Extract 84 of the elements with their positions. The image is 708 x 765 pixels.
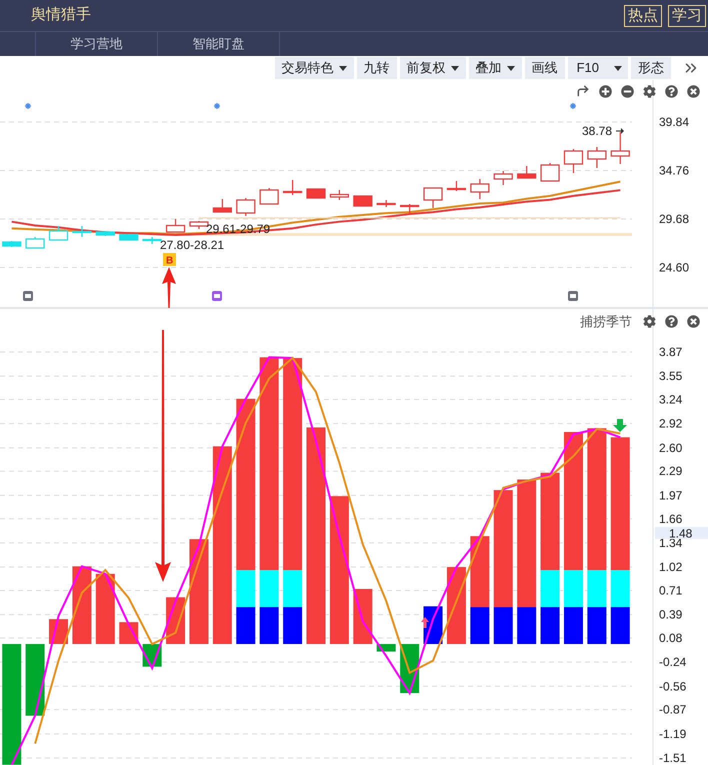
axis-label: -0.87 xyxy=(659,702,686,717)
candlestick xyxy=(166,219,186,233)
app-title: 舆情猎手 xyxy=(31,5,91,26)
axis-label: 0.71 xyxy=(659,583,682,598)
candlestick xyxy=(517,166,536,179)
asterisk-icon xyxy=(25,103,31,109)
axis-label: 2.29 xyxy=(659,464,682,478)
toolbar-button[interactable]: 形态 xyxy=(631,57,671,79)
axis-label: 3.24 xyxy=(659,392,682,407)
toolbar-dropdown[interactable]: 叠加 xyxy=(468,57,522,79)
axis-label: -0.24 xyxy=(659,655,686,670)
candlestick xyxy=(587,147,606,168)
axis-label: -0.56 xyxy=(659,679,686,694)
candlestick xyxy=(72,226,92,237)
axis-label: -1.19 xyxy=(659,726,686,741)
zoom-in-icon[interactable] xyxy=(599,84,612,98)
dropdown-toggle[interactable] xyxy=(608,57,628,79)
axis-label: 34.76 xyxy=(659,164,690,178)
price-range-label: 27.80-28.21 xyxy=(160,238,224,252)
axis-label: 0.39 xyxy=(659,608,682,622)
toolbar-button[interactable]: 九转 xyxy=(356,57,397,79)
axis-label: 29.68 xyxy=(659,212,690,226)
toolbar-dropdown[interactable]: 交易特色 xyxy=(274,57,354,79)
asterisk-icon xyxy=(570,103,576,109)
candlestick xyxy=(330,190,349,200)
candlestick xyxy=(446,181,466,191)
candlestick xyxy=(423,187,443,208)
axis-label: 3.55 xyxy=(659,369,682,384)
caret-icon xyxy=(506,66,515,70)
note-icon[interactable] xyxy=(212,291,222,301)
toolbar-dropdown[interactable]: 前复权 xyxy=(400,57,466,79)
axis-label: 24.60 xyxy=(659,260,690,275)
axis-label: 0.08 xyxy=(659,631,682,645)
axis-label: 1.97 xyxy=(659,488,682,502)
candlestick xyxy=(26,237,45,249)
high-price-label: 38.78 xyxy=(582,124,612,138)
settings-icon[interactable] xyxy=(643,84,656,98)
toolbar-button[interactable]: F10 xyxy=(568,57,608,79)
candlestick xyxy=(540,163,560,182)
candlestick xyxy=(260,188,279,205)
axis-label: 1.66 xyxy=(659,512,682,526)
candlestick xyxy=(119,234,138,241)
candlestick xyxy=(48,226,68,241)
axis-label: 3.87 xyxy=(659,345,682,359)
pointer-arrow-icon xyxy=(616,128,624,134)
axis-label: 1.02 xyxy=(659,560,682,574)
close-icon[interactable] xyxy=(687,315,700,328)
candlestick xyxy=(610,132,630,164)
candlestick xyxy=(96,231,115,236)
zoom-out-icon[interactable] xyxy=(621,84,634,98)
candlestick xyxy=(212,199,232,213)
candlestick xyxy=(564,149,584,173)
header-button[interactable]: 热点 xyxy=(624,4,662,26)
asterisk-icon xyxy=(214,103,220,109)
axis-label: 39.84 xyxy=(659,115,690,129)
toolbar-button[interactable]: 画线 xyxy=(524,57,565,79)
candlestick xyxy=(306,188,326,199)
note-icon[interactable] xyxy=(23,291,33,301)
candlestick xyxy=(400,204,420,213)
caret-icon xyxy=(338,66,347,70)
buy-signal-marker: B xyxy=(163,253,176,266)
candlestick xyxy=(353,195,372,207)
help-icon[interactable] xyxy=(665,84,678,98)
caret-icon xyxy=(614,66,622,70)
redo-icon[interactable] xyxy=(576,84,590,98)
candlestick xyxy=(283,180,302,195)
up-arrow xyxy=(162,267,176,308)
candlestick xyxy=(470,179,490,199)
sell-arrow-icon xyxy=(613,419,627,432)
settings-icon[interactable] xyxy=(643,315,656,328)
axis-label: 2.60 xyxy=(659,440,682,455)
header-button[interactable]: 学习 xyxy=(668,4,706,26)
axis-label: 2.92 xyxy=(659,416,682,431)
caret-icon xyxy=(450,66,459,70)
help-icon[interactable] xyxy=(665,315,678,328)
candlestick xyxy=(494,171,513,185)
close-icon[interactable] xyxy=(687,84,700,98)
candlestick xyxy=(236,198,256,216)
current-value-label: 1.48 xyxy=(655,526,708,540)
note-icon[interactable] xyxy=(568,291,578,301)
buy-arrow-icon xyxy=(421,617,429,628)
axis-label: -1.51 xyxy=(659,750,686,765)
indicator-title: 捕捞季节 xyxy=(580,313,632,331)
candlestick xyxy=(2,241,22,247)
